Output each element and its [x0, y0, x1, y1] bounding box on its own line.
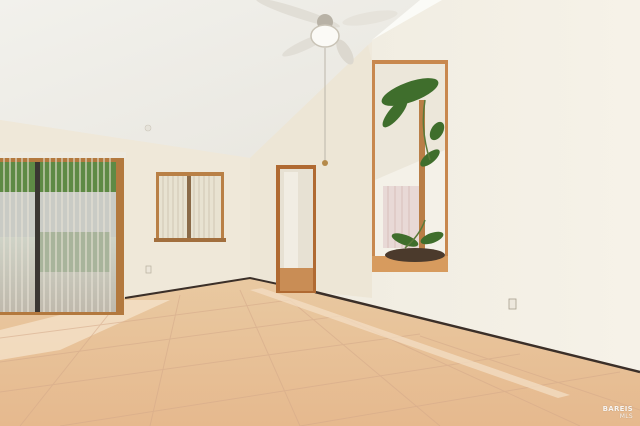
sliding-glass-door	[0, 152, 126, 315]
window	[154, 172, 226, 242]
watermark-brand: BAREIS	[602, 405, 633, 413]
empty-room-illustration	[0, 0, 640, 426]
watermark-suffix: MLS	[619, 413, 633, 420]
watermark: BAREIS MLS	[603, 405, 633, 421]
smoke-detector	[144, 124, 152, 132]
wall-outlet	[145, 265, 152, 274]
room-photo: BAREIS MLS	[0, 0, 640, 426]
wall-outlet	[508, 298, 517, 310]
interior-window-with-plant	[372, 60, 448, 272]
doorway	[276, 165, 316, 293]
